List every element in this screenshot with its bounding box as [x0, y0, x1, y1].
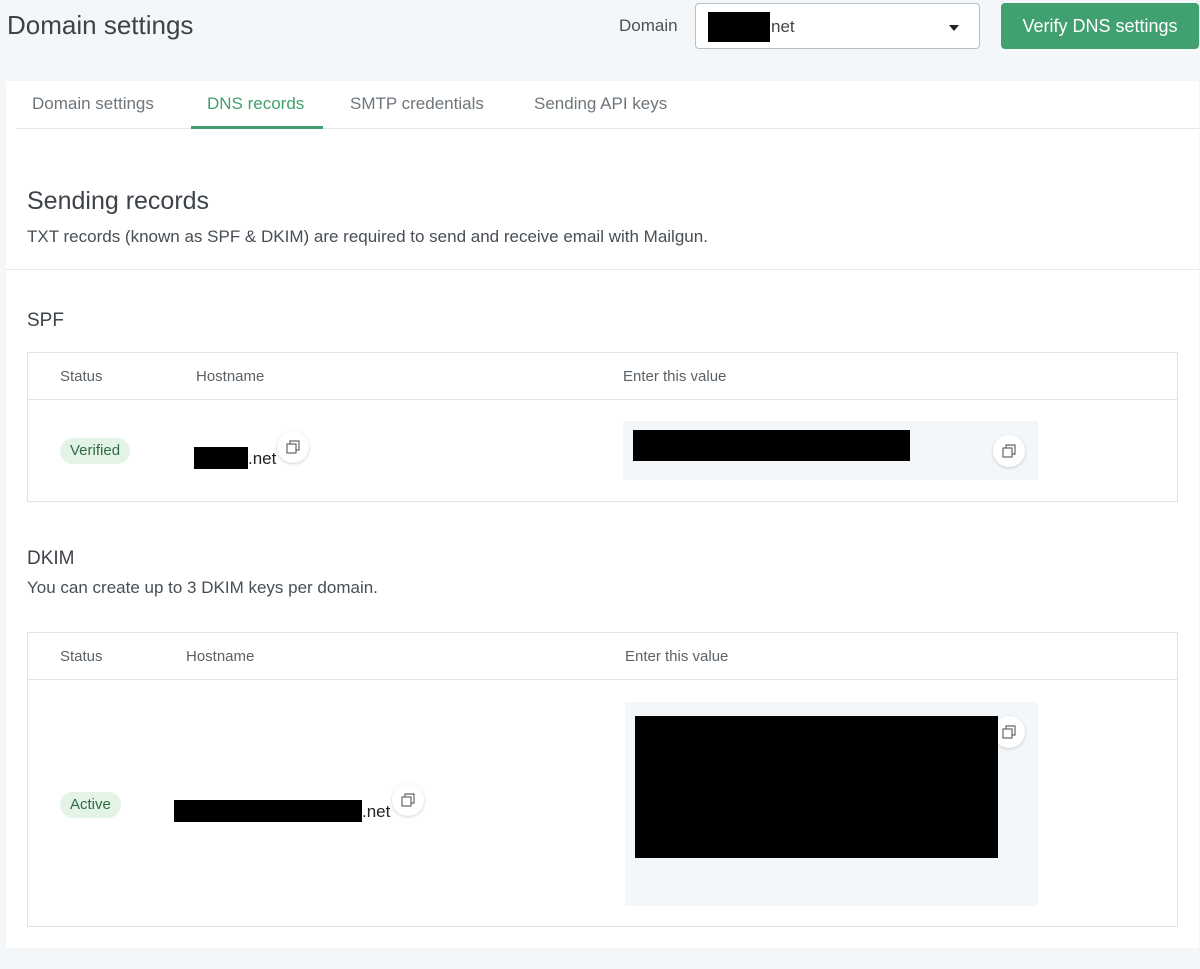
dkim-title: DKIM	[27, 548, 75, 569]
tab-dns-records[interactable]: DNS records	[207, 94, 304, 114]
active-tab-indicator	[191, 126, 323, 129]
dns-records-panel: Domain settings DNS records SMTP credent…	[6, 81, 1199, 948]
tab-smtp-credentials[interactable]: SMTP credentials	[350, 94, 484, 114]
dkim-column-hostname: Hostname	[186, 648, 255, 665]
copy-icon	[401, 793, 415, 807]
redacted-domain-name	[708, 12, 770, 42]
redacted-hostname	[174, 800, 362, 822]
caret-down-icon	[949, 25, 959, 31]
copy-hostname-button[interactable]	[277, 431, 309, 463]
dkim-description: You can create up to 3 DKIM keys per dom…	[27, 578, 378, 597]
spf-column-status: Status	[60, 368, 103, 385]
spf-value-box	[623, 421, 1038, 480]
domain-select[interactable]: net	[695, 3, 980, 49]
sending-records-description: TXT records (known as SPF & DKIM) are re…	[27, 227, 708, 246]
section-divider	[6, 269, 1199, 270]
redacted-hostname	[194, 447, 248, 469]
copy-icon	[1002, 444, 1016, 458]
tab-domain-settings[interactable]: Domain settings	[32, 94, 154, 114]
status-badge: Active	[60, 792, 121, 818]
spf-table: Status Hostname Enter this value Verifie…	[27, 352, 1178, 502]
domain-label: Domain	[619, 16, 678, 35]
status-badge: Verified	[60, 438, 131, 464]
page-title: Domain settings	[7, 10, 194, 40]
dkim-column-value: Enter this value	[625, 648, 729, 665]
tab-bar: Domain settings DNS records SMTP credent…	[16, 81, 1199, 129]
domain-select-value: net	[771, 17, 795, 36]
dkim-hostname-suffix: .net	[362, 802, 391, 821]
copy-icon	[286, 440, 300, 454]
dkim-table-header: Status Hostname Enter this value	[28, 633, 1177, 680]
spf-table-header: Status Hostname Enter this value	[28, 353, 1177, 400]
spf-title: SPF	[27, 310, 64, 331]
copy-hostname-button[interactable]	[392, 784, 424, 816]
copy-value-button[interactable]	[993, 435, 1025, 467]
spf-column-value: Enter this value	[623, 368, 727, 385]
redacted-spf-value	[633, 430, 910, 461]
spf-hostname-suffix: .net	[248, 449, 277, 468]
spf-column-hostname: Hostname	[196, 368, 265, 385]
dkim-table: Status Hostname Enter this value Active …	[27, 632, 1178, 927]
dkim-value-box	[625, 702, 1038, 906]
sending-records-title: Sending records	[27, 187, 210, 215]
top-bar: Domain settings Domain net Verify DNS se…	[0, 0, 1200, 60]
tab-sending-api-keys[interactable]: Sending API keys	[534, 94, 667, 114]
dkim-column-status: Status	[60, 648, 103, 665]
redacted-dkim-value	[635, 716, 998, 858]
verify-dns-button[interactable]: Verify DNS settings	[1001, 3, 1199, 49]
copy-icon	[1002, 725, 1016, 739]
